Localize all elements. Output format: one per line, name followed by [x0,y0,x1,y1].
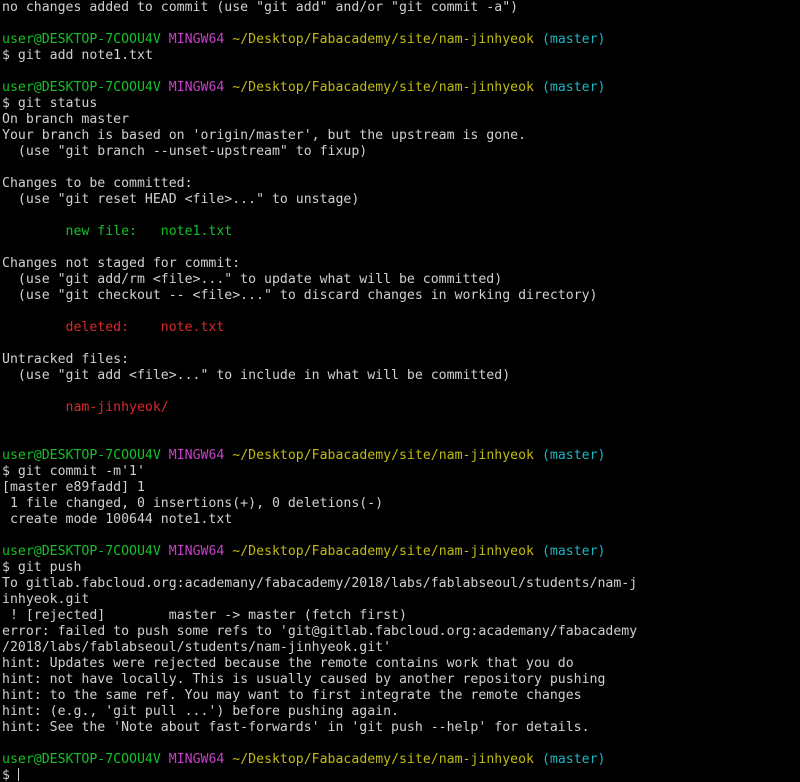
file-status-line: deleted: note.txt [2,320,225,335]
prompt-line: user@DESKTOP-7COOU4V MINGW64 ~/Desktop/F… [2,80,800,96]
output-line: On branch master [2,112,130,127]
prompt-symbol: $ [2,768,10,782]
prompt-shell: MINGW64 [168,80,225,95]
output-line: hint: See the 'Note about fast-forwards'… [2,720,590,735]
output-line: hint: (e.g., 'git pull ...') before push… [2,704,399,719]
output-line: 1 file changed, 0 insertions(+), 0 delet… [2,496,384,511]
command-text: git add note1.txt [17,48,153,63]
output-line: (use "git add/rm <file>..." to update wh… [2,272,503,287]
prompt-line: user@DESKTOP-7COOU4V MINGW64 ~/Desktop/F… [2,448,800,464]
prompt-symbol: $ [2,96,10,111]
output-line: Untracked files: [2,352,130,367]
prompt-symbol: $ [2,560,10,575]
prompt-user-host: user@DESKTOP-7COOU4V [2,32,161,47]
active-prompt-line[interactable]: $ [2,768,800,782]
prompt-path: ~/Desktop/Fabacademy/site/nam-jinhyeok [232,80,534,95]
output-line: inhyeok.git [2,592,90,607]
prompt-shell: MINGW64 [168,752,225,767]
command-line: $ git add note1.txt [2,48,800,64]
output-line: Changes to be committed: [2,176,193,191]
command-line: $ git commit -m'1' [2,464,800,480]
prompt-branch: (master) [541,752,606,767]
prompt-line: user@DESKTOP-7COOU4V MINGW64 ~/Desktop/F… [2,752,800,768]
command-text: git push [17,560,82,575]
command-line: $ git push [2,560,800,576]
prompt-branch: (master) [541,80,606,95]
output-line: hint: not have locally. This is usually … [2,672,606,687]
prompt-path: ~/Desktop/Fabacademy/site/nam-jinhyeok [232,32,534,47]
prompt-path: ~/Desktop/Fabacademy/site/nam-jinhyeok [232,448,534,463]
prompt-user-host: user@DESKTOP-7COOU4V [2,544,161,559]
prompt-branch: (master) [541,448,606,463]
output-line: /2018/labs/fablabseoul/students/nam-jinh… [2,640,392,655]
output-line: hint: to the same ref. You may want to f… [2,688,582,703]
command-line: $ git status [2,96,800,112]
prompt-symbol: $ [2,464,10,479]
terminal-window[interactable]: no changes added to commit (use "git add… [0,0,800,782]
prompt-path: ~/Desktop/Fabacademy/site/nam-jinhyeok [232,544,534,559]
command-text: git commit -m'1' [17,464,145,479]
output-line: To gitlab.fabcloud.org:academany/fabacad… [2,576,638,591]
output-line: (use "git checkout -- <file>..." to disc… [2,288,598,303]
output-line: hint: Updates were rejected because the … [2,656,574,671]
prompt-shell: MINGW64 [168,448,225,463]
text-cursor[interactable] [17,768,19,781]
output-line: (use "git reset HEAD <file>..." to unsta… [2,192,360,207]
file-status-line: new file: note1.txt [2,224,233,239]
prompt-shell: MINGW64 [168,544,225,559]
command-text: git status [17,96,98,111]
prompt-user-host: user@DESKTOP-7COOU4V [2,752,161,767]
output-line: Your branch is based on 'origin/master',… [2,128,527,143]
prompt-user-host: user@DESKTOP-7COOU4V [2,448,161,463]
output-line: Changes not staged for commit: [2,256,241,271]
prompt-path: ~/Desktop/Fabacademy/site/nam-jinhyeok [232,752,534,767]
output-line: (use "git branch --unset-upstream" to fi… [2,144,368,159]
prompt-branch: (master) [541,544,606,559]
output-line: (use "git add <file>..." to include in w… [2,368,511,383]
prompt-symbol: $ [2,48,10,63]
prompt-shell: MINGW64 [168,32,225,47]
prompt-line: user@DESKTOP-7COOU4V MINGW64 ~/Desktop/F… [2,544,800,560]
output-line: [master e89fadd] 1 [2,480,145,495]
output-line: create mode 100644 note1.txt [2,512,233,527]
prompt-user-host: user@DESKTOP-7COOU4V [2,80,161,95]
prompt-line: user@DESKTOP-7COOU4V MINGW64 ~/Desktop/F… [2,32,800,48]
prompt-branch: (master) [541,32,606,47]
output-line: no changes added to commit (use "git add… [2,0,519,15]
file-status-line: nam-jinhyeok/ [2,400,169,415]
output-line: error: failed to push some refs to 'git@… [2,624,638,639]
output-line: ! [rejected] master -> master (fetch fir… [2,608,407,623]
